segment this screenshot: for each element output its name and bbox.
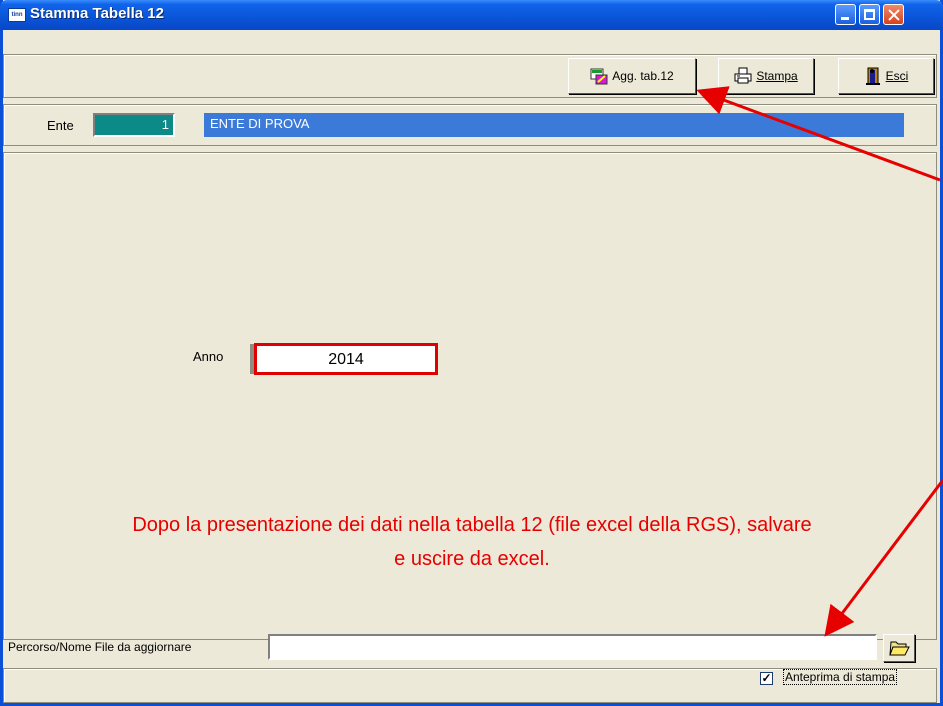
agg-tab12-button[interactable]: Agg. tab.12 xyxy=(568,58,696,94)
ente-name-field: ENTE DI PROVA xyxy=(204,113,904,137)
folder-open-icon xyxy=(889,641,910,656)
anno-input[interactable]: 2014 xyxy=(254,343,438,375)
app-icon: tinn xyxy=(8,8,26,22)
esci-label: Esci xyxy=(885,69,909,83)
instruction-note-line2: e uscire da excel. xyxy=(394,548,550,570)
file-path-input[interactable] xyxy=(268,634,877,660)
ente-code-field[interactable]: 1 xyxy=(93,113,175,137)
stampa-button[interactable]: Stampa xyxy=(718,58,814,94)
exit-door-icon xyxy=(864,67,882,85)
stampa-label: Stampa xyxy=(756,69,798,83)
close-icon[interactable] xyxy=(883,4,904,25)
browse-button[interactable] xyxy=(883,634,915,662)
file-path-label: Percorso/Nome File da aggiornare xyxy=(8,640,192,654)
instruction-note-line1: Dopo la presentazione dei dati nella tab… xyxy=(132,514,812,536)
window-title: Stamma Tabella 12 xyxy=(30,5,164,22)
excel-update-icon xyxy=(590,67,608,85)
title-bar[interactable]: tinn Stamma Tabella 12 xyxy=(0,0,943,30)
agg-tab12-label: Agg. tab.12 xyxy=(612,69,674,83)
minimize-icon[interactable] xyxy=(835,4,856,25)
maximize-icon[interactable] xyxy=(859,4,880,25)
preview-label[interactable]: Anteprima di stampa xyxy=(783,669,898,685)
preview-checkbox[interactable]: ✓ xyxy=(760,672,773,685)
esci-button[interactable]: Esci xyxy=(838,58,934,94)
instruction-note: Dopo la presentazione dei dati nella tab… xyxy=(12,508,932,576)
ente-label: Ente xyxy=(47,118,74,133)
printer-icon xyxy=(734,67,752,85)
anno-label: Anno xyxy=(193,349,224,364)
